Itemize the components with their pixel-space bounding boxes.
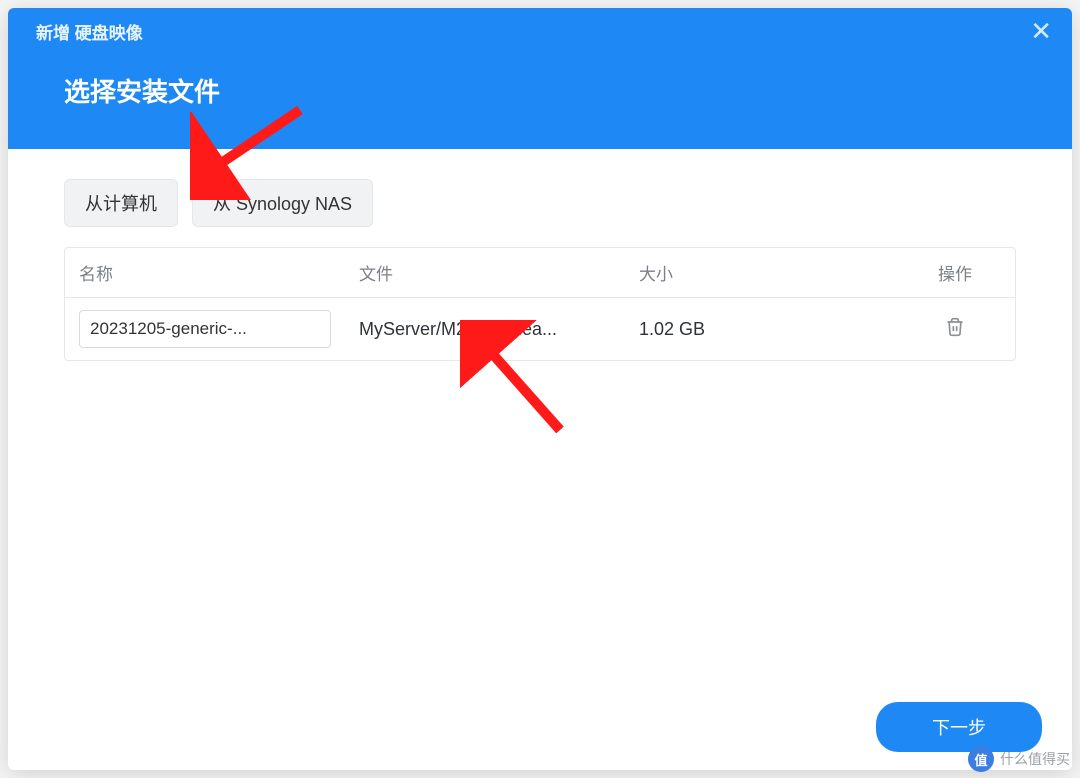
cell-size: 1.02 GB: [625, 307, 895, 352]
cell-name: [65, 298, 345, 360]
cell-actions: [895, 305, 1015, 354]
title-bar: 新增 硬盘映像 ✕: [8, 8, 1072, 48]
dialog-new-disk-image: 新增 硬盘映像 ✕ 选择安装文件 从计算机 从 Synology NAS 名称 …: [8, 8, 1072, 770]
close-button[interactable]: ✕: [1030, 18, 1052, 44]
tab-from-synology-nas[interactable]: 从 Synology NAS: [192, 179, 373, 227]
dialog-header: 新增 硬盘映像 ✕ 选择安装文件: [8, 8, 1072, 149]
column-header-actions: 操作: [895, 248, 1015, 297]
close-icon: ✕: [1030, 16, 1052, 46]
window-title: 新增 硬盘映像: [36, 19, 143, 44]
column-header-name: 名称: [65, 248, 345, 297]
source-tabs: 从计算机 从 Synology NAS: [64, 179, 1016, 227]
page-heading: 选择安装文件: [8, 48, 1072, 149]
dialog-footer: 下一步: [8, 684, 1072, 770]
watermark: 值 什么值得买: [968, 746, 1070, 772]
column-header-size: 大小: [625, 248, 895, 297]
trash-icon[interactable]: [945, 317, 965, 337]
name-input[interactable]: [79, 310, 331, 348]
next-button[interactable]: 下一步: [876, 702, 1042, 752]
column-header-file: 文件: [345, 248, 625, 297]
table-header-row: 名称 文件 大小 操作: [65, 248, 1015, 298]
file-table: 名称 文件 大小 操作 MyServer/M2SSD/blea... 1.02 …: [64, 247, 1016, 361]
watermark-text: 什么值得买: [1000, 749, 1070, 769]
table-row: MyServer/M2SSD/blea... 1.02 GB: [65, 298, 1015, 360]
dialog-content: 从计算机 从 Synology NAS 名称 文件 大小 操作 MyServer…: [8, 149, 1072, 684]
cell-file: MyServer/M2SSD/blea...: [345, 307, 625, 352]
tab-from-computer[interactable]: 从计算机: [64, 179, 178, 227]
watermark-badge-icon: 值: [968, 746, 994, 772]
